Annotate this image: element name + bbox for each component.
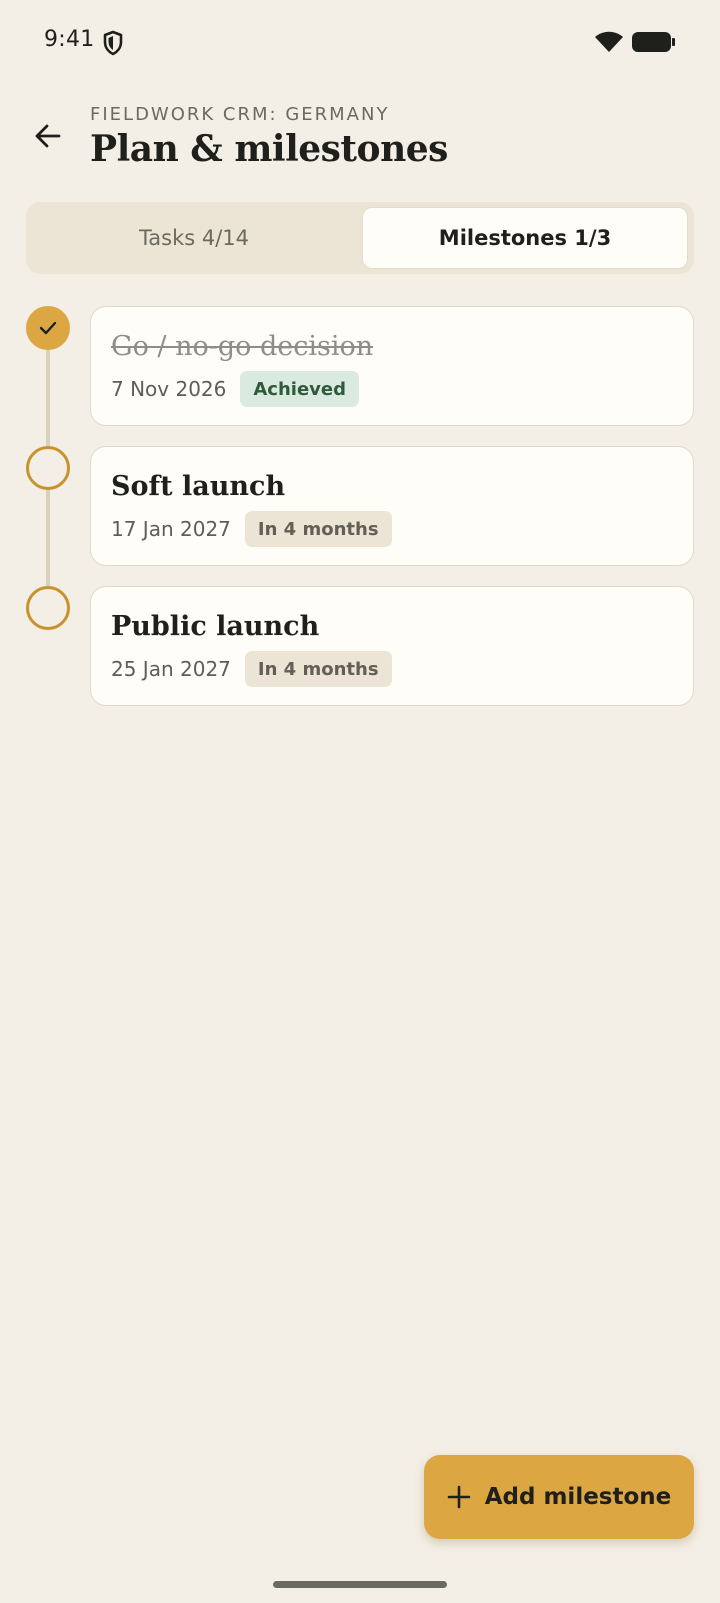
milestone-card[interactable]: Public launch 25 Jan 2027 In 4 months <box>90 586 694 706</box>
milestone-check-toggle[interactable] <box>26 446 70 490</box>
status-time: 9:41 <box>44 27 95 52</box>
plus-icon <box>447 1485 471 1509</box>
milestone-title: Public launch <box>111 611 320 642</box>
page-title: Plan & milestones <box>90 128 448 170</box>
tab-tasks[interactable]: Tasks 4/14 <box>31 207 357 269</box>
milestone-card[interactable]: Go / no-go decision 7 Nov 2026 Achieved <box>90 306 694 426</box>
status-badge: Achieved <box>240 371 359 407</box>
battery-icon <box>632 32 675 52</box>
milestone-date: 7 Nov 2026 <box>111 377 227 401</box>
milestone-date: 25 Jan 2027 <box>111 657 231 681</box>
timeline-connector <box>46 350 50 446</box>
check-icon <box>39 321 57 335</box>
status-badge: In 4 months <box>244 511 392 547</box>
status-badge: In 4 months <box>244 651 392 687</box>
add-milestone-button[interactable]: Add milestone <box>424 1455 694 1539</box>
project-eyebrow: FIELDWORK CRM: GERMANY <box>90 104 390 125</box>
milestone-meta: 17 Jan 2027 In 4 months <box>111 511 392 547</box>
arrow-left-icon <box>35 124 61 148</box>
shield-icon <box>103 30 123 56</box>
add-milestone-label: Add milestone <box>484 1484 672 1510</box>
home-indicator[interactable] <box>273 1581 447 1588</box>
milestone-date: 17 Jan 2027 <box>111 517 231 541</box>
milestone-card[interactable]: Soft launch 17 Jan 2027 In 4 months <box>90 446 694 566</box>
tab-milestones[interactable]: Milestones 1/3 <box>362 207 688 269</box>
timeline-connector <box>46 490 50 586</box>
milestone-title: Soft launch <box>111 471 286 502</box>
milestone-title: Go / no-go decision <box>111 331 374 362</box>
milestone-meta: 25 Jan 2027 In 4 months <box>111 651 392 687</box>
status-bar: 9:41 <box>0 0 720 84</box>
app-header: FIELDWORK CRM: GERMANY Plan & milestones <box>0 100 720 180</box>
back-button[interactable] <box>28 116 68 156</box>
milestone-check-toggle[interactable] <box>26 306 70 350</box>
milestone-meta: 7 Nov 2026 Achieved <box>111 371 359 407</box>
milestone-check-toggle[interactable] <box>26 586 70 630</box>
wifi-icon <box>595 31 623 52</box>
view-tabs: Tasks 4/14 Milestones 1/3 <box>26 202 694 274</box>
